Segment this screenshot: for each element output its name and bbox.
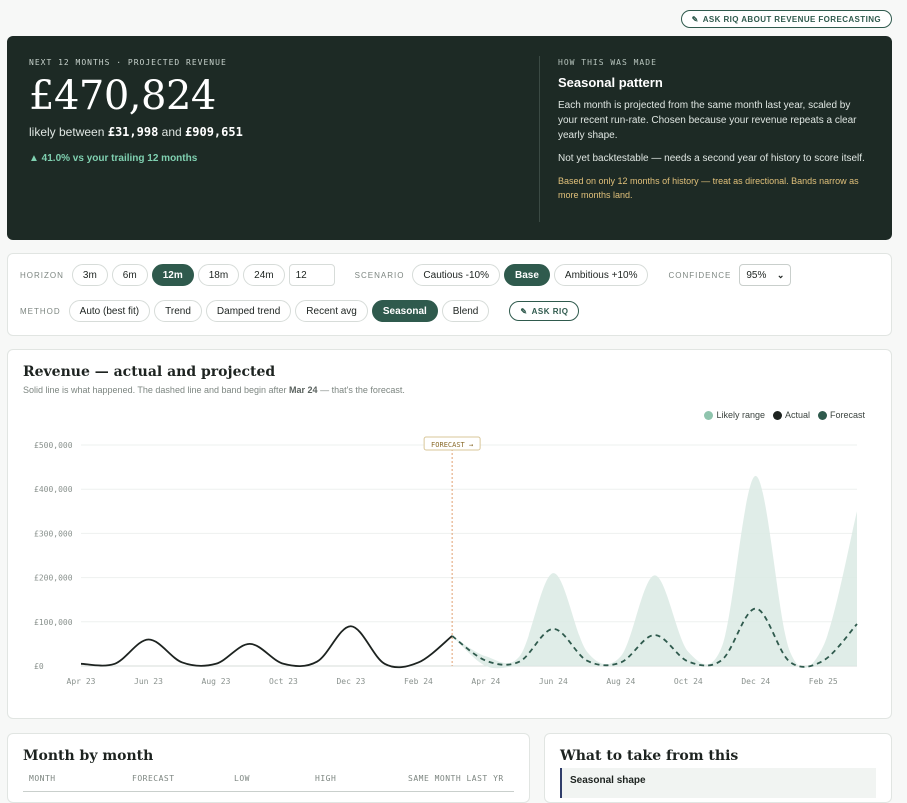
confidence-value: 95% [746, 269, 767, 281]
takeaways-title: What to take from this [560, 748, 739, 764]
chevron-down-icon: ⌄ [776, 269, 785, 280]
hero-divider [539, 56, 540, 222]
method-chip-trend[interactable]: Trend [154, 300, 202, 322]
revenue-chart-card: £0 £100,000 £200,000 £300,000 £400,000 £500,0… [7, 349, 892, 719]
method-explanation: HOW THIS WAS MADE Seasonal pattern Each … [558, 58, 870, 202]
backtest-note: Not yet backtestable — needs a second ye… [558, 153, 865, 164]
col-month: MONTH [29, 774, 56, 783]
x-tick-label: Apr 24 [471, 677, 500, 686]
method-label: METHOD [20, 306, 61, 316]
horizon-chip-12m[interactable]: 12m [151, 264, 194, 286]
range-low: £31,998 [107, 125, 159, 139]
y-tick-label: £500,000 [34, 441, 73, 450]
chart-subtitle: Solid line is what happened. The dashed … [23, 385, 405, 395]
sparkle-icon: ✎ [520, 306, 528, 316]
method-chip-damped-trend[interactable]: Damped trend [205, 300, 292, 322]
method-chip-seasonal[interactable]: Seasonal [371, 300, 438, 322]
col-same-month-last-yr: SAME MONTH LAST YR [408, 774, 504, 783]
range-prefix: likely between [29, 125, 105, 139]
legend-likely-range: Likely range [704, 410, 765, 420]
scenario-chip-cautious[interactable]: Cautious -10% [412, 264, 501, 286]
legend-label: Forecast [829, 410, 865, 420]
ask-riq-button[interactable]: ✎ ASK RIQ [509, 301, 580, 321]
month-by-month-title: Month by month [23, 748, 154, 764]
range-high: £909,651 [185, 125, 243, 139]
legend-label: Actual [784, 410, 810, 420]
horizon-chip-6m[interactable]: 6m [111, 264, 148, 286]
method-chip-blend[interactable]: Blend [441, 300, 490, 322]
projected-revenue-amount: £470,824 [29, 73, 216, 119]
trailing-delta: ▲ 41.0% vs your trailing 12 months [29, 153, 198, 164]
x-tick-label: Feb 25 [809, 677, 838, 686]
method-chip-recent-avg[interactable]: Recent avg [295, 300, 368, 322]
projection-range: likely between £31,998 and £909,651 [29, 125, 529, 139]
confidence-select[interactable]: 95% ⌄ [739, 264, 792, 286]
x-tick-label: Jun 23 [134, 677, 163, 686]
horizon-months-input[interactable]: 12 [288, 264, 335, 286]
x-tick-label: Aug 24 [606, 677, 635, 686]
x-tick-label: Jun 24 [539, 677, 568, 686]
history-warning: Based on only 12 months of history — tre… [558, 176, 859, 200]
chart-subtitle-month: Mar 24 [289, 385, 318, 395]
x-tick-label: Dec 23 [336, 677, 365, 686]
legend-swatch [704, 410, 714, 420]
scenario-label: SCENARIO [354, 270, 405, 280]
x-tick-label: Feb 24 [404, 677, 433, 686]
legend-swatch [817, 410, 827, 420]
x-tick-label: Dec 24 [741, 677, 770, 686]
horizon-chip-18m[interactable]: 18m [197, 264, 240, 286]
forecast-marker-label: FORECAST → [431, 441, 473, 449]
legend-forecast: Forecast [817, 410, 865, 420]
likely-range-band [452, 475, 857, 669]
scenario-chip-ambitious[interactable]: Ambitious +10% [553, 264, 649, 286]
x-tick-label: Oct 23 [269, 677, 298, 686]
revenue-chart: £0 £100,000 £200,000 £300,000 £400,000 £500,0… [34, 436, 858, 686]
actual-line [80, 625, 453, 669]
y-tick-label: £400,000 [34, 485, 73, 494]
col-low: LOW [234, 774, 250, 783]
y-tick-label: £0 [34, 662, 44, 671]
takeaway-item[interactable]: Seasonal shape [560, 768, 876, 798]
ask-riq-forecasting-button[interactable]: ✎ ASK RIQ ABOUT REVENUE FORECASTING [680, 10, 892, 28]
projection-summary: NEXT 12 MONTHS · PROJECTED REVENUE £470,… [29, 58, 529, 164]
method-row: METHOD Auto (best fit) Trend Damped tren… [20, 300, 580, 322]
method-title: Seasonal pattern [558, 75, 663, 90]
scenario-chip-base[interactable]: Base [504, 264, 550, 286]
x-tick-label: Oct 24 [674, 677, 703, 686]
month-table-header: MONTH FORECAST LOW HIGH SAME MONTH LAST … [23, 774, 514, 792]
chart-subtitle-suffix: — that's the forecast. [320, 385, 405, 395]
how-kicker: HOW THIS WAS MADE [558, 58, 657, 67]
x-tick-label: Aug 23 [202, 677, 231, 686]
forecast-summary-panel: NEXT 12 MONTHS · PROJECTED REVENUE £470,… [7, 36, 892, 240]
legend-label: Likely range [716, 410, 765, 420]
confidence-label: CONFIDENCE [668, 270, 732, 280]
horizon-chip-24m[interactable]: 24m [243, 264, 285, 286]
legend-swatch [772, 410, 782, 420]
chart-title: Revenue — actual and projected [23, 364, 276, 380]
range-and: and [161, 125, 182, 139]
sparkle-icon: ✎ [691, 14, 699, 24]
y-tick-label: £200,000 [34, 574, 73, 583]
chart-legend: Likely range Actual Forecast [704, 410, 865, 420]
method-chip-auto[interactable]: Auto (best fit) [68, 300, 151, 322]
projection-kicker: NEXT 12 MONTHS · PROJECTED REVENUE [29, 58, 227, 67]
y-tick-label: £300,000 [34, 529, 73, 538]
ask-riq-label: ASK RIQ [531, 306, 569, 316]
forecast-controls: HORIZON 3m 6m 12m 18m 24m 12 SCENARIO Ca… [7, 253, 892, 336]
horizon-scenario-row: HORIZON 3m 6m 12m 18m 24m 12 SCENARIO Ca… [20, 264, 792, 286]
col-forecast: FORECAST [132, 774, 175, 783]
ask-riq-forecasting-label: ASK RIQ ABOUT REVENUE FORECASTING [702, 14, 881, 24]
chart-subtitle-prefix: Solid line is what happened. The dashed … [23, 385, 287, 395]
legend-actual: Actual [772, 410, 810, 420]
horizon-label: HORIZON [20, 270, 64, 280]
x-tick-label: Apr 23 [67, 677, 96, 686]
horizon-chip-3m[interactable]: 3m [71, 264, 108, 286]
method-description: Each month is projected from the same mo… [558, 100, 857, 141]
col-high: HIGH [315, 774, 337, 783]
y-tick-label: £100,000 [34, 618, 73, 627]
